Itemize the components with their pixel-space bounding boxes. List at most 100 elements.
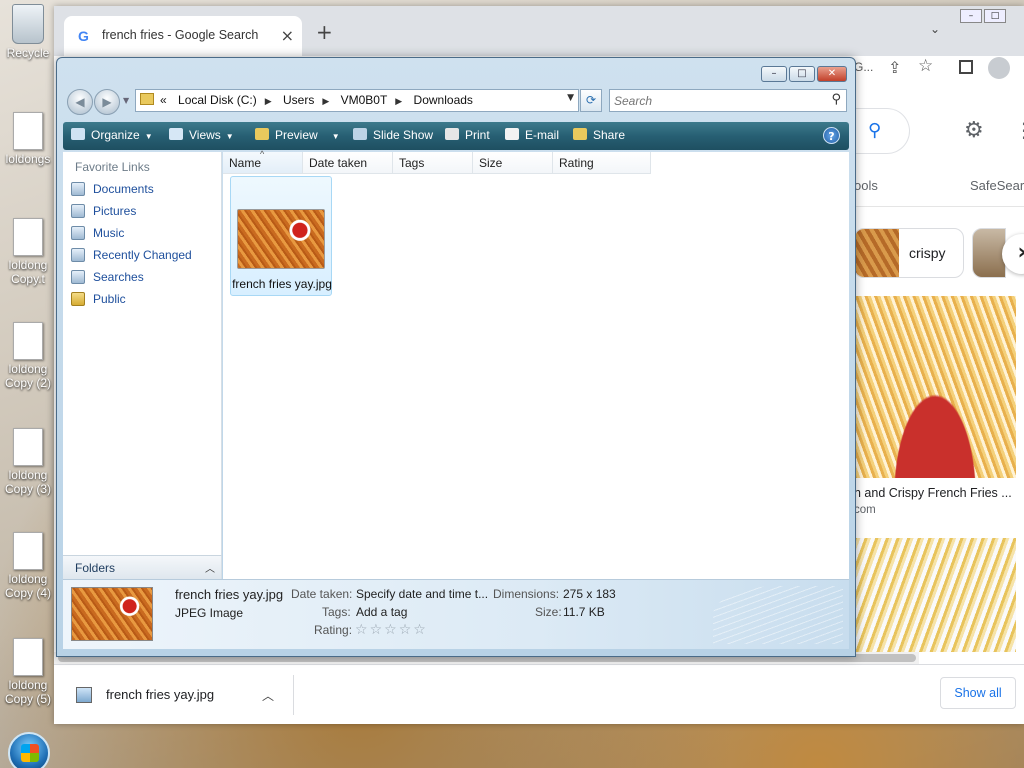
desktop-icon-file[interactable]: loldongs	[0, 112, 56, 166]
star-icon[interactable]: ☆	[370, 622, 385, 638]
breadcrumb-arrow-icon[interactable]: ▶	[395, 96, 402, 106]
minimize-button[interactable]: –	[761, 66, 787, 82]
desktop-icon-file[interactable]: loldong Copy.t	[0, 218, 56, 286]
related-search-chip[interactable]: crispy	[854, 228, 964, 278]
help-icon[interactable]: ?	[823, 127, 840, 144]
star-icon[interactable]: ☆	[399, 622, 414, 638]
date-taken-value[interactable]: Specify date and time t...	[356, 587, 488, 601]
close-button[interactable]: ✕	[817, 66, 847, 82]
star-icon[interactable]: ☆	[413, 622, 428, 638]
organize-button[interactable]: Organize ▼	[71, 128, 153, 142]
tab-close-icon[interactable]: ×	[281, 26, 294, 45]
favorite-link-searches[interactable]: Searches	[71, 270, 144, 290]
slideshow-button[interactable]: Slide Show	[353, 128, 433, 142]
download-shelf: french fries yay.jpg ︿ Show all	[54, 664, 1024, 724]
navigation-pane: Favorite Links Documents Pictures Music …	[63, 152, 222, 578]
folders-toggle[interactable]: Folders ︿	[63, 555, 222, 579]
desktop-icon-file[interactable]: loldong Copy (5)	[0, 638, 56, 706]
link-label: Public	[93, 292, 126, 306]
breadcrumb-item[interactable]: VM0B0T	[341, 93, 388, 107]
maximize-button[interactable]: □	[789, 66, 815, 82]
breadcrumb-item[interactable]: Local Disk (C:)	[178, 93, 257, 107]
explorer-window: – □ ✕ ◀ ▶ ▼ « Local Disk (C:) ▶ Users ▶ VM…	[56, 57, 856, 657]
search-icon: ⚲	[868, 120, 882, 141]
bookmark-star-icon[interactable]: ☆	[918, 56, 933, 76]
text-file-icon	[13, 532, 43, 570]
settings-gear-icon[interactable]: ⚙	[964, 118, 984, 143]
chrome-tab-google-search[interactable]: G french fries - Google Search ×	[64, 16, 302, 56]
column-header-rating[interactable]: Rating	[553, 152, 651, 174]
desktop-icon-recycle-bin[interactable]: Recycle	[0, 4, 56, 60]
image-result-thumbnail[interactable]	[854, 296, 1016, 478]
slideshow-icon	[353, 128, 367, 140]
google-search-button[interactable]: ⚲	[852, 108, 910, 154]
breadcrumb-arrow-icon[interactable]: ▶	[322, 96, 329, 106]
desktop-icon-file[interactable]: loldong Copy (3)	[0, 428, 56, 496]
refresh-button[interactable]: ⟳	[580, 89, 602, 112]
size-value: 11.7 KB	[563, 605, 605, 619]
breadcrumb-item[interactable]: Users	[283, 93, 314, 107]
address-bar[interactable]: « Local Disk (C:) ▶ Users ▶ VM0B0T ▶ Downlo…	[135, 89, 579, 112]
column-header-date-taken[interactable]: Date taken	[303, 152, 393, 174]
file-item-selected[interactable]: french fries yay.jpg	[230, 176, 332, 296]
tools-link[interactable]: ools	[854, 178, 878, 193]
favorite-link-pictures[interactable]: Pictures	[71, 204, 136, 224]
star-icon[interactable]: ☆	[384, 622, 399, 638]
rating-stars[interactable]: ☆☆☆☆☆	[355, 622, 428, 638]
text-file-icon	[13, 112, 43, 150]
star-icon[interactable]: ☆	[355, 622, 370, 638]
download-item-name[interactable]: french fries yay.jpg	[106, 687, 214, 702]
folders-label: Folders	[75, 561, 116, 575]
printer-icon	[445, 128, 459, 140]
desktop-icon-label: loldong Copy (2)	[4, 362, 51, 390]
profile-avatar-icon[interactable]	[988, 57, 1010, 79]
share-icon[interactable]: ⇪	[888, 58, 901, 77]
chevron-up-icon[interactable]: ︿	[262, 687, 274, 704]
tab-search-chevron-icon[interactable]: ⌄	[930, 22, 940, 36]
favorite-link-documents[interactable]: Documents	[71, 182, 154, 202]
more-options-icon[interactable]: ⋮	[1014, 118, 1024, 142]
column-header-size[interactable]: Size	[473, 152, 553, 174]
favorite-link-recently-changed[interactable]: Recently Changed	[71, 248, 192, 268]
file-list-pane[interactable]: ^ Name Date taken Tags Size Rating frenc…	[223, 149, 849, 579]
address-dropdown-icon[interactable]: ▼	[567, 93, 574, 103]
recent-pages-chevron-icon[interactable]: ▼	[123, 96, 129, 105]
tags-value[interactable]: Add a tag	[356, 605, 407, 619]
side-panel-icon[interactable]	[959, 60, 973, 74]
desktop-icon-file[interactable]: loldong Copy (2)	[0, 322, 56, 390]
breadcrumb-overflow[interactable]: «	[160, 93, 167, 107]
omnibox-partial-text[interactable]: G...	[854, 60, 873, 74]
divider	[293, 675, 294, 715]
dimensions-value: 275 x 183	[563, 587, 616, 601]
share-button[interactable]: Share	[573, 128, 625, 142]
favorite-link-public[interactable]: Public	[71, 292, 126, 312]
start-button[interactable]	[8, 732, 50, 768]
desktop-icon-file[interactable]: loldong Copy (4)	[0, 532, 56, 600]
new-tab-button[interactable]: +	[316, 20, 333, 44]
search-input[interactable]	[614, 92, 814, 109]
views-button[interactable]: Views ▼	[169, 128, 234, 142]
image-result-title[interactable]: n and Crispy French Fries ...	[854, 486, 1012, 500]
show-all-downloads-button[interactable]: Show all	[940, 677, 1016, 709]
column-header-tags[interactable]: Tags	[393, 152, 473, 174]
email-button[interactable]: E-mail	[505, 128, 559, 142]
back-button[interactable]: ◀	[67, 89, 93, 115]
email-label: E-mail	[525, 128, 560, 142]
breadcrumb-arrow-icon[interactable]: ▶	[265, 96, 272, 106]
chrome-maximize-button[interactable]: □	[984, 9, 1006, 23]
favorite-link-music[interactable]: Music	[71, 226, 124, 246]
safesearch-link[interactable]: SafeSear	[970, 178, 1024, 193]
breadcrumb-item[interactable]: Downloads	[414, 93, 473, 107]
image-result-thumbnail[interactable]	[854, 538, 1016, 652]
search-icon[interactable]: ⚲	[831, 92, 841, 107]
rating-label: Rating:	[314, 623, 353, 637]
chevron-down-icon: ▼	[331, 132, 340, 141]
chrome-minimize-button[interactable]: –	[960, 9, 982, 23]
google-favicon-icon: G	[78, 28, 89, 44]
preview-button[interactable]: Preview ▼	[255, 128, 340, 142]
column-header-name[interactable]: ^ Name	[223, 149, 303, 174]
search-box[interactable]: ⚲	[609, 89, 847, 112]
print-button[interactable]: Print	[445, 128, 490, 142]
related-search-chip[interactable]	[972, 228, 1006, 278]
forward-button[interactable]: ▶	[94, 89, 120, 115]
